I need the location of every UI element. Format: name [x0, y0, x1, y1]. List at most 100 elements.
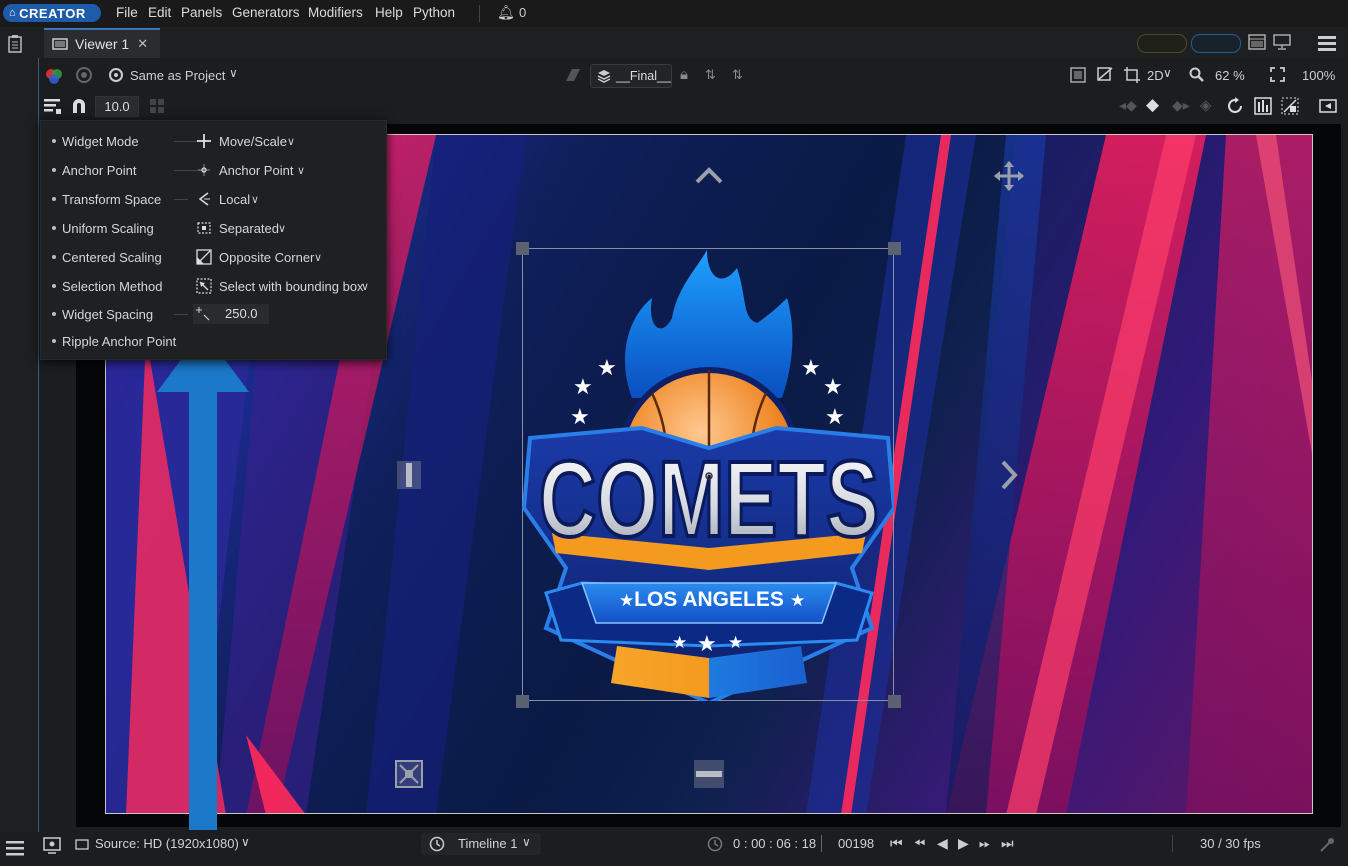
bullet	[52, 168, 56, 172]
menu-python[interactable]: Python	[413, 5, 455, 20]
prev-keyframe-icon[interactable]: ◂◆	[1119, 97, 1137, 114]
uniform-scaling-dropdown[interactable]: Separated	[219, 221, 279, 236]
grid-icon[interactable]	[149, 98, 165, 114]
view-mode-dropdown[interactable]: 2D	[1147, 68, 1164, 83]
chevron-down-icon[interactable]: ∨	[522, 835, 531, 849]
status-pill-blue[interactable]	[1191, 34, 1241, 53]
settings-icon[interactable]	[75, 66, 93, 84]
keyframe-icon[interactable]: ◆	[1146, 95, 1159, 115]
viewer-settings-icon[interactable]	[42, 836, 62, 856]
popup-row-anchor-point[interactable]: Anchor Point Anchor Point ∨	[41, 158, 386, 182]
zoom-value[interactable]: 62 %	[1215, 68, 1245, 83]
menu-edit[interactable]: Edit	[148, 5, 171, 20]
hamburger-icon[interactable]	[1318, 35, 1336, 51]
chevron-down-icon[interactable]: ∨	[278, 222, 286, 235]
color-picker-icon[interactable]	[1318, 836, 1336, 854]
popup-row-centered-scaling[interactable]: Centered Scaling Opposite Corner ∨	[41, 245, 386, 269]
menu-help[interactable]: Help	[375, 5, 403, 20]
skip-to-start-icon[interactable]: ⏮	[890, 835, 903, 852]
color-space-dropdown[interactable]: Same as Project	[130, 68, 225, 83]
chevron-down-icon[interactable]: ∨	[241, 835, 250, 849]
row-label: Widget Mode	[62, 133, 139, 149]
svg-text:★: ★	[728, 633, 743, 653]
lock-icon[interactable]: 🔒︎	[680, 66, 688, 83]
transform-tool-icon[interactable]	[1096, 66, 1114, 84]
keyframe-all-icon[interactable]: ◈	[1200, 96, 1212, 114]
magnet-icon[interactable]	[70, 97, 88, 115]
menu-modifiers[interactable]: Modifiers	[308, 5, 363, 20]
chevron-down-icon[interactable]: ∨	[251, 193, 259, 206]
app-logo[interactable]: ⌂ CREATOR	[3, 4, 101, 22]
zoom-icon[interactable]	[1189, 67, 1205, 83]
layout-icon[interactable]	[1248, 34, 1266, 50]
clipboard-icon[interactable]	[8, 35, 22, 53]
transform-space-dropdown[interactable]: Local	[219, 192, 250, 207]
monitor-icon	[52, 38, 68, 50]
selection-method-dropdown[interactable]: Select with bounding box	[219, 279, 364, 294]
tab-viewer-1[interactable]: Viewer 1 ✕	[44, 28, 160, 58]
menu-bar: ⌂ CREATOR File Edit Panels Generators Mo…	[0, 0, 1348, 27]
menu-generators[interactable]: Generators	[232, 5, 300, 20]
chevron-down-icon[interactable]: ∨	[287, 135, 295, 148]
timecode-display[interactable]: 0 : 00 : 06 : 18	[733, 836, 816, 851]
step-back-icon[interactable]: ⏪︎	[914, 835, 925, 852]
chevron-down-icon[interactable]: ∨	[314, 251, 322, 264]
widget-spacing-input[interactable]: 250.0	[193, 304, 269, 324]
hamburger-icon[interactable]	[6, 840, 24, 856]
close-icon[interactable]: ✕	[137, 36, 148, 52]
color-channels-icon[interactable]	[44, 66, 64, 86]
widget-options-icon[interactable]	[44, 98, 62, 114]
desktop-icon[interactable]	[1273, 34, 1291, 50]
panel-toggle-icon[interactable]	[1319, 99, 1337, 113]
crop-icon[interactable]	[1123, 66, 1141, 84]
popup-row-ripple-anchor-point[interactable]: Ripple Anchor Point	[41, 329, 386, 353]
chevron-down-icon[interactable]: ∨	[1163, 66, 1172, 80]
next-keyframe-icon[interactable]: ◆▸	[1172, 97, 1190, 114]
source-dropdown[interactable]: Source: HD (1920x1080)	[95, 836, 239, 851]
centered-scaling-dropdown[interactable]: Opposite Corner	[219, 250, 314, 265]
popup-row-widget-mode[interactable]: Widget Mode Move/Scale ∨	[41, 129, 386, 153]
fit-icon[interactable]	[1270, 67, 1285, 82]
chevron-down-icon[interactable]: ∨	[361, 280, 369, 293]
refresh-icon[interactable]	[1226, 97, 1244, 115]
play-icon[interactable]: ▶	[958, 835, 969, 852]
resolution-value[interactable]: 100%	[1302, 68, 1335, 83]
frame-counter[interactable]: 00198	[838, 836, 874, 851]
chevron-down-icon[interactable]: ∨	[229, 66, 238, 80]
skip-to-end-icon[interactable]: ⏭	[1001, 835, 1014, 852]
logo-title: COMETS	[539, 438, 879, 559]
status-pill-olive[interactable]	[1137, 34, 1187, 53]
sort-up-icon[interactable]: ⇅	[705, 67, 716, 83]
scale-uniform-handle-icon[interactable]	[395, 760, 423, 788]
levels-icon[interactable]	[1254, 97, 1272, 115]
divider	[821, 835, 822, 852]
popup-row-selection-method[interactable]: Selection Method Select with bounding bo…	[41, 274, 386, 298]
snap-value-input[interactable]: 10.0	[95, 96, 139, 117]
move-right-handle-icon[interactable]	[999, 460, 1019, 490]
move-all-handle-icon[interactable]	[994, 161, 1024, 191]
safe-area-icon[interactable]	[1070, 67, 1086, 83]
render-layer-dropdown[interactable]: __Final__	[590, 64, 672, 88]
chevron-down-icon[interactable]: ∨	[297, 164, 305, 177]
popup-row-transform-space[interactable]: Transform Space Local ∨	[41, 187, 386, 211]
compare-icon[interactable]	[564, 67, 582, 83]
bell-icon[interactable]: 🔔︎	[497, 4, 515, 21]
svg-text:★: ★	[823, 375, 843, 400]
checkerboard-icon[interactable]	[1281, 97, 1299, 115]
move-up-handle-icon[interactable]	[695, 166, 723, 184]
popup-row-uniform-scaling[interactable]: Uniform Scaling Separated ∨	[41, 216, 386, 240]
row-label: Transform Space	[62, 191, 162, 207]
popup-row-widget-spacing[interactable]: Widget Spacing 250.0	[41, 302, 386, 326]
menu-file[interactable]: File	[116, 5, 138, 20]
menu-panels[interactable]: Panels	[181, 5, 222, 20]
timeline-label[interactable]: Timeline 1	[458, 836, 517, 851]
fps-display[interactable]: 30 / 30 fps	[1200, 836, 1261, 851]
scale-y-handle[interactable]	[694, 760, 724, 788]
play-reverse-icon[interactable]: ◀	[937, 835, 948, 852]
widget-mode-dropdown[interactable]: Move/Scale	[219, 134, 287, 149]
anchor-point-dropdown[interactable]: Anchor Point	[219, 163, 293, 178]
scale-x-handle[interactable]	[397, 461, 421, 489]
sort-down-icon[interactable]: ⇅	[732, 67, 743, 83]
svg-text:★: ★	[790, 591, 805, 611]
step-forward-icon[interactable]: ⏩︎	[979, 835, 990, 852]
